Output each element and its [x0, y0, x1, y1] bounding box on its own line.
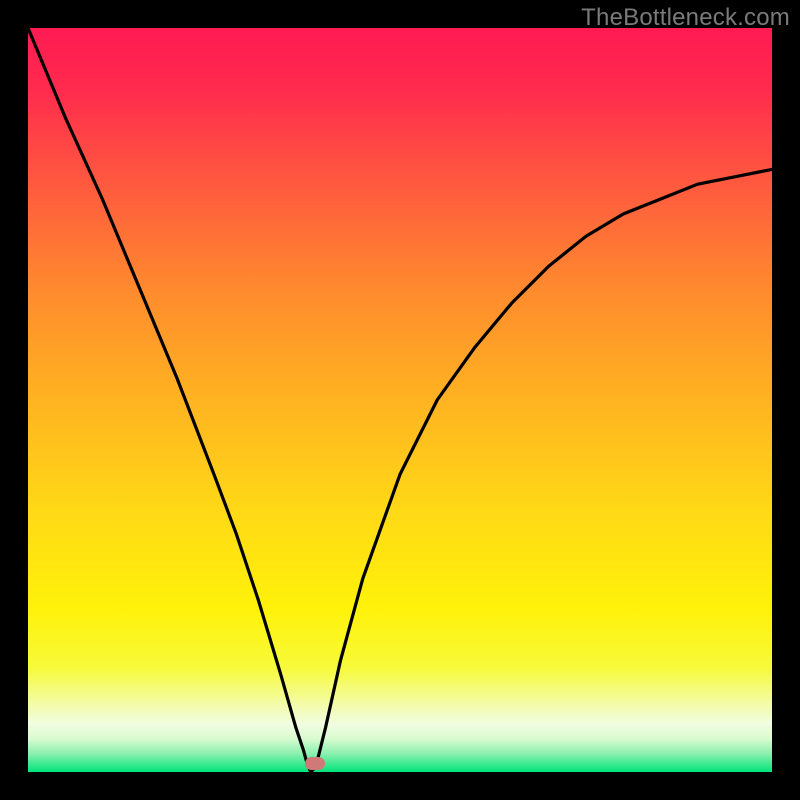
- watermark-text: TheBottleneck.com: [581, 4, 790, 32]
- optimum-marker: [305, 757, 325, 770]
- plot-area: [28, 28, 772, 772]
- bottleneck-curve: [28, 28, 772, 772]
- outer-frame: TheBottleneck.com: [0, 0, 800, 800]
